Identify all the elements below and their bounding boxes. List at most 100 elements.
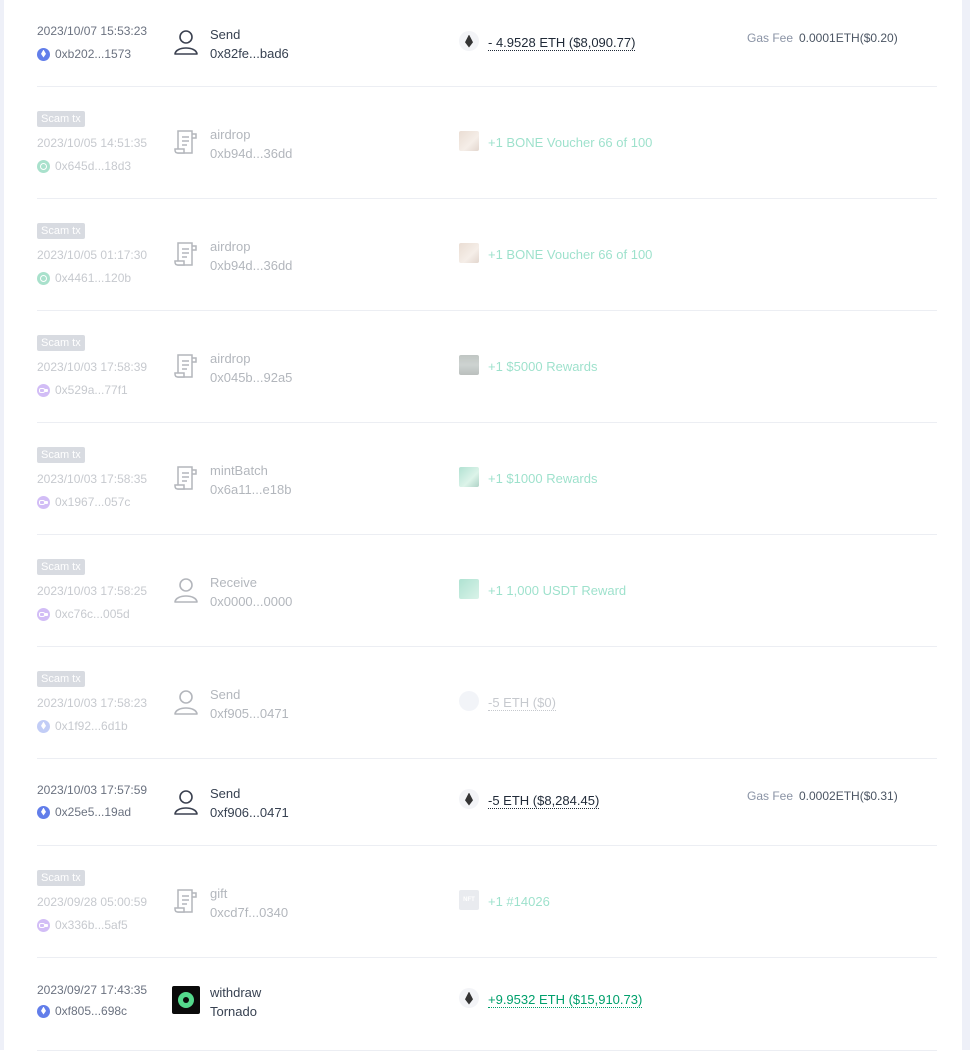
chain-icon bbox=[37, 271, 50, 285]
tx-hash: 0xc76c...005d bbox=[55, 607, 130, 621]
tx-method: airdrop bbox=[210, 239, 251, 254]
tx-timestamp: 2023/09/28 05:00:59 bbox=[37, 895, 148, 909]
transaction-row[interactable]: Scam tx 2023/10/03 17:58:25 0xc76c...005d R… bbox=[37, 534, 937, 647]
ethereum-chain-icon bbox=[37, 805, 50, 819]
scam-tx-badge: Scam tx bbox=[37, 870, 85, 886]
reward-1000-icon bbox=[459, 467, 479, 487]
counterparty-address[interactable]: 0xf905...0471 bbox=[210, 706, 289, 721]
tx-method: Send bbox=[210, 687, 241, 702]
transaction-row[interactable]: Scam tx 2023/10/05 14:51:35 0x645d...18d3 a… bbox=[37, 86, 937, 199]
transaction-row[interactable]: Scam tx 2023/10/03 17:58:39 0x529a...77f1 a… bbox=[37, 310, 937, 423]
scam-tx-badge: Scam tx bbox=[37, 671, 85, 687]
tx-hash-link[interactable]: 0x1f92...6d1b bbox=[37, 719, 128, 733]
tx-hash-link[interactable]: 0x4461...120b bbox=[37, 271, 131, 285]
chain-icon bbox=[37, 918, 50, 932]
counterparty-address[interactable]: 0xf906...0471 bbox=[210, 805, 289, 820]
tx-amount[interactable]: +1 $5000 Rewards bbox=[488, 359, 598, 374]
tx-hash-link[interactable]: 0x25e5...19ad bbox=[37, 805, 131, 819]
eth-icon bbox=[459, 31, 479, 51]
transaction-row[interactable]: Scam tx 2023/10/05 01:17:30 0x4461...120b a… bbox=[37, 198, 937, 311]
transaction-row[interactable]: 2023/10/03 17:57:59 0x25e5...19ad Send 0xf9… bbox=[37, 758, 937, 846]
tx-hash-link[interactable]: 0xc76c...005d bbox=[37, 607, 130, 621]
person-icon bbox=[172, 28, 200, 56]
tx-timestamp: 2023/09/27 17:43:35 bbox=[37, 983, 148, 997]
tx-amount[interactable]: - 4.9528 ETH ($8,090.77) bbox=[488, 35, 636, 51]
transaction-row[interactable]: 2023/10/07 15:53:23 0xb202...1573 Send 0x82… bbox=[37, 0, 937, 87]
tx-timestamp: 2023/10/07 15:53:23 bbox=[37, 24, 148, 38]
tx-method: gift bbox=[210, 886, 228, 901]
ethereum-chain-icon bbox=[37, 1004, 50, 1018]
person-icon bbox=[172, 788, 200, 816]
tx-method: mintBatch bbox=[210, 463, 268, 478]
bone-voucher-icon bbox=[459, 131, 479, 151]
gas-fee-value: 0.0002ETH($0.31) bbox=[799, 789, 898, 803]
tx-method: Send bbox=[210, 27, 241, 42]
transaction-row[interactable]: Scam tx 2023/10/03 17:58:23 0x1f92...6d1b S… bbox=[37, 646, 937, 759]
tx-hash: 0xb202...1573 bbox=[55, 47, 132, 61]
chain-icon bbox=[37, 607, 50, 621]
transaction-row[interactable]: Scam tx 2023/10/03 17:58:35 0x1967...057c m… bbox=[37, 422, 937, 535]
transaction-row[interactable]: Scam tx 2023/09/28 05:00:59 0x336b...5af5 g… bbox=[37, 845, 937, 958]
tx-timestamp: 2023/10/03 17:58:39 bbox=[37, 360, 148, 374]
counterparty-address[interactable]: 0x045b...92a5 bbox=[210, 370, 292, 385]
counterparty-address[interactable]: 0xb94d...36dd bbox=[210, 258, 292, 273]
tx-amount[interactable]: +1 #14026 bbox=[488, 894, 550, 909]
tx-amount[interactable]: -5 ETH ($8,284.45) bbox=[488, 793, 600, 809]
tx-method: airdrop bbox=[210, 351, 251, 366]
usdt-reward-icon bbox=[459, 579, 479, 599]
gas-fee-label: Gas Fee bbox=[747, 31, 794, 45]
tx-amount[interactable]: +9.9532 ETH ($15,910.73) bbox=[488, 992, 643, 1008]
tx-hash-link[interactable]: 0x529a...77f1 bbox=[37, 383, 128, 397]
tx-timestamp: 2023/10/05 01:17:30 bbox=[37, 248, 148, 262]
eth-icon bbox=[459, 789, 479, 809]
person-icon bbox=[172, 688, 200, 716]
scam-tx-badge: Scam tx bbox=[37, 447, 85, 463]
tx-hash: 0x336b...5af5 bbox=[55, 918, 128, 932]
tx-method: airdrop bbox=[210, 127, 251, 142]
ethereum-chain-icon bbox=[37, 719, 50, 733]
scam-tx-badge: Scam tx bbox=[37, 223, 85, 239]
tx-timestamp: 2023/10/03 17:57:59 bbox=[37, 783, 148, 797]
counterparty-address[interactable]: 0x6a11...e18b bbox=[210, 482, 291, 497]
tx-hash-link[interactable]: 0x336b...5af5 bbox=[37, 918, 128, 932]
tx-amount[interactable]: +1 $1000 Rewards bbox=[488, 471, 598, 486]
tx-hash-link[interactable]: 0x1967...057c bbox=[37, 495, 130, 509]
counterparty-address[interactable]: 0x82fe...bad6 bbox=[210, 46, 289, 61]
transaction-row[interactable]: 2023/09/27 17:43:35 0xf805...698c withdraw… bbox=[37, 957, 937, 1051]
tx-amount[interactable]: +1 BONE Voucher 66 of 100 bbox=[488, 135, 652, 150]
contract-icon bbox=[172, 464, 200, 492]
tx-timestamp: 2023/10/03 17:58:25 bbox=[37, 584, 148, 598]
tx-method: Receive bbox=[210, 575, 257, 590]
tornado-icon bbox=[172, 986, 200, 1014]
counterparty-address[interactable]: Tornado bbox=[210, 1004, 257, 1019]
tx-hash-link[interactable]: 0x645d...18d3 bbox=[37, 159, 131, 173]
tx-amount[interactable]: -5 ETH ($0) bbox=[488, 695, 556, 711]
counterparty-address[interactable]: 0xcd7f...0340 bbox=[210, 905, 288, 920]
person-icon bbox=[172, 576, 200, 604]
reward-5000-icon bbox=[459, 355, 479, 375]
counterparty-address[interactable]: 0x0000...0000 bbox=[210, 594, 292, 609]
contract-icon bbox=[172, 240, 200, 268]
chain-icon bbox=[37, 159, 50, 173]
tx-hash: 0x4461...120b bbox=[55, 271, 132, 285]
counterparty-address[interactable]: 0xb94d...36dd bbox=[210, 146, 292, 161]
contract-icon bbox=[172, 128, 200, 156]
tx-hash: 0x529a...77f1 bbox=[55, 383, 128, 397]
chain-icon bbox=[37, 383, 50, 397]
transaction-history-panel: 2023/10/07 15:53:23 0xb202...1573 Send 0x82… bbox=[0, 0, 970, 1051]
tx-method: Send bbox=[210, 786, 241, 801]
tx-hash: 0xf805...698c bbox=[55, 1004, 128, 1018]
tx-hash-link[interactable]: 0xb202...1573 bbox=[37, 47, 131, 61]
tx-timestamp: 2023/10/03 17:58:35 bbox=[37, 472, 148, 486]
tx-amount[interactable]: +1 BONE Voucher 66 of 100 bbox=[488, 247, 652, 262]
contract-icon bbox=[172, 352, 200, 380]
scam-tx-badge: Scam tx bbox=[37, 335, 85, 351]
scam-tx-badge: Scam tx bbox=[37, 111, 85, 127]
scam-tx-badge: Scam tx bbox=[37, 559, 85, 575]
chain-icon bbox=[37, 495, 50, 509]
gas-fee-value: 0.0001ETH($0.20) bbox=[799, 31, 898, 45]
tx-hash: 0x25e5...19ad bbox=[55, 805, 132, 819]
tx-hash-link[interactable]: 0xf805...698c bbox=[37, 1004, 127, 1018]
tx-amount[interactable]: +1 1,000 USDT Reward bbox=[488, 583, 626, 598]
tx-timestamp: 2023/10/05 14:51:35 bbox=[37, 136, 148, 150]
